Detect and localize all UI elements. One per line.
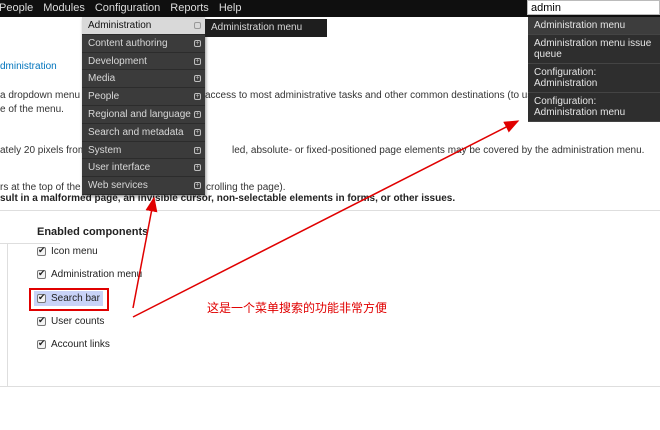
arrow-to-admin-menu <box>132 196 158 309</box>
component-icon-menu[interactable]: Icon menu <box>37 245 98 257</box>
menu-item-label: Content authoring <box>88 37 168 49</box>
toolbar-link-modules[interactable]: Modules <box>38 0 90 17</box>
menu-item-media[interactable]: Media + <box>82 70 205 89</box>
menu-item-label: Web services <box>88 180 148 192</box>
menu-item-label: Administration <box>88 20 152 31</box>
search-results-dropdown: Administration menu Administration menu … <box>528 17 660 122</box>
expand-icon: + <box>194 93 201 101</box>
section-divider-top <box>0 210 660 211</box>
administration-dropdown-menu: Administration + Content authoring + Devel… <box>82 17 205 195</box>
search-result-item[interactable]: Administration menu <box>528 17 660 35</box>
menu-search-input[interactable]: admin <box>527 0 660 15</box>
fieldset-border-top <box>0 243 60 244</box>
menu-item-label: Development <box>88 55 147 67</box>
warning-line-3: sult in a malformed page, an invisible c… <box>0 193 456 204</box>
submenu-administration-menu[interactable]: Administration menu <box>205 19 327 37</box>
expand-icon: + <box>194 182 201 190</box>
menu-item-search-metadata[interactable]: Search and metadata + <box>82 124 205 142</box>
section-divider-bottom <box>0 386 660 387</box>
menu-item-regional-language[interactable]: Regional and language + <box>82 106 205 124</box>
menu-item-administration[interactable]: Administration + <box>82 17 205 35</box>
search-result-item[interactable]: Administration menu issue queue <box>528 35 660 64</box>
expand-icon: + <box>194 22 201 29</box>
component-label: Account links <box>51 339 110 350</box>
checkbox-administration-menu[interactable] <box>37 268 46 279</box>
admin-toolbar: People Modules Configuration Reports Hel… <box>0 0 660 17</box>
checkbox-account-links[interactable] <box>37 338 46 349</box>
component-label: Icon menu <box>51 246 98 257</box>
menu-item-user-interface[interactable]: User interface + <box>82 159 205 178</box>
warning-line-1a: ately 20 pixels from <box>0 145 87 156</box>
component-label: Administration menu <box>51 269 143 280</box>
expand-icon: + <box>194 164 201 172</box>
menu-item-content-authoring[interactable]: Content authoring + <box>82 35 205 53</box>
checkbox-user-counts[interactable] <box>37 315 46 326</box>
description-line-1c: access to most administrative tasks and … <box>205 90 557 101</box>
component-administration-menu[interactable]: Administration menu <box>37 268 143 280</box>
menu-item-label: Media <box>88 73 116 85</box>
component-user-counts[interactable]: User counts <box>37 315 105 327</box>
description-line-1a: a dropdown menu a <box>0 90 89 101</box>
menu-item-web-services[interactable]: Web services + <box>82 177 205 195</box>
search-result-item[interactable]: Configuration: Administration <box>528 64 660 93</box>
fieldset-border-left <box>7 243 8 386</box>
checkbox-icon-menu[interactable] <box>37 245 46 256</box>
menu-item-system[interactable]: System + <box>82 142 205 160</box>
menu-item-label: Regional and language <box>88 108 191 120</box>
component-account-links[interactable]: Account links <box>37 338 110 350</box>
menu-item-label: System <box>88 144 122 156</box>
toolbar-link-people[interactable]: People <box>0 0 38 17</box>
enabled-components-title: Enabled components <box>37 226 149 238</box>
breadcrumb-link[interactable]: dministration <box>0 61 57 73</box>
menu-item-label: People <box>88 91 120 103</box>
menu-item-label: User interface <box>88 162 151 174</box>
description-line-2: e of the menu. <box>0 104 64 115</box>
expand-icon: + <box>194 146 201 154</box>
expand-icon: + <box>194 57 201 65</box>
annotation-highlight-box <box>29 288 109 311</box>
search-result-item[interactable]: Configuration: Administration menu <box>528 93 660 122</box>
menu-item-development[interactable]: Development + <box>82 53 205 71</box>
expand-icon: + <box>194 75 201 83</box>
expand-icon: + <box>194 128 201 136</box>
expand-icon: + <box>194 39 201 47</box>
annotation-text: 这是一个菜单搜索的功能非常方便 <box>207 301 388 315</box>
toolbar-link-configuration[interactable]: Configuration <box>90 0 165 17</box>
toolbar-link-reports[interactable]: Reports <box>165 0 214 17</box>
toolbar-link-help[interactable]: Help <box>214 0 247 17</box>
expand-icon: + <box>194 110 201 118</box>
component-label: User counts <box>51 316 105 327</box>
menu-item-people[interactable]: People + <box>82 88 205 106</box>
toolbar-nav: People Modules Configuration Reports Hel… <box>0 0 246 17</box>
warning-line-1b: led, absolute- or fixed-positioned page … <box>232 145 645 156</box>
menu-item-label: Search and metadata <box>88 126 184 138</box>
